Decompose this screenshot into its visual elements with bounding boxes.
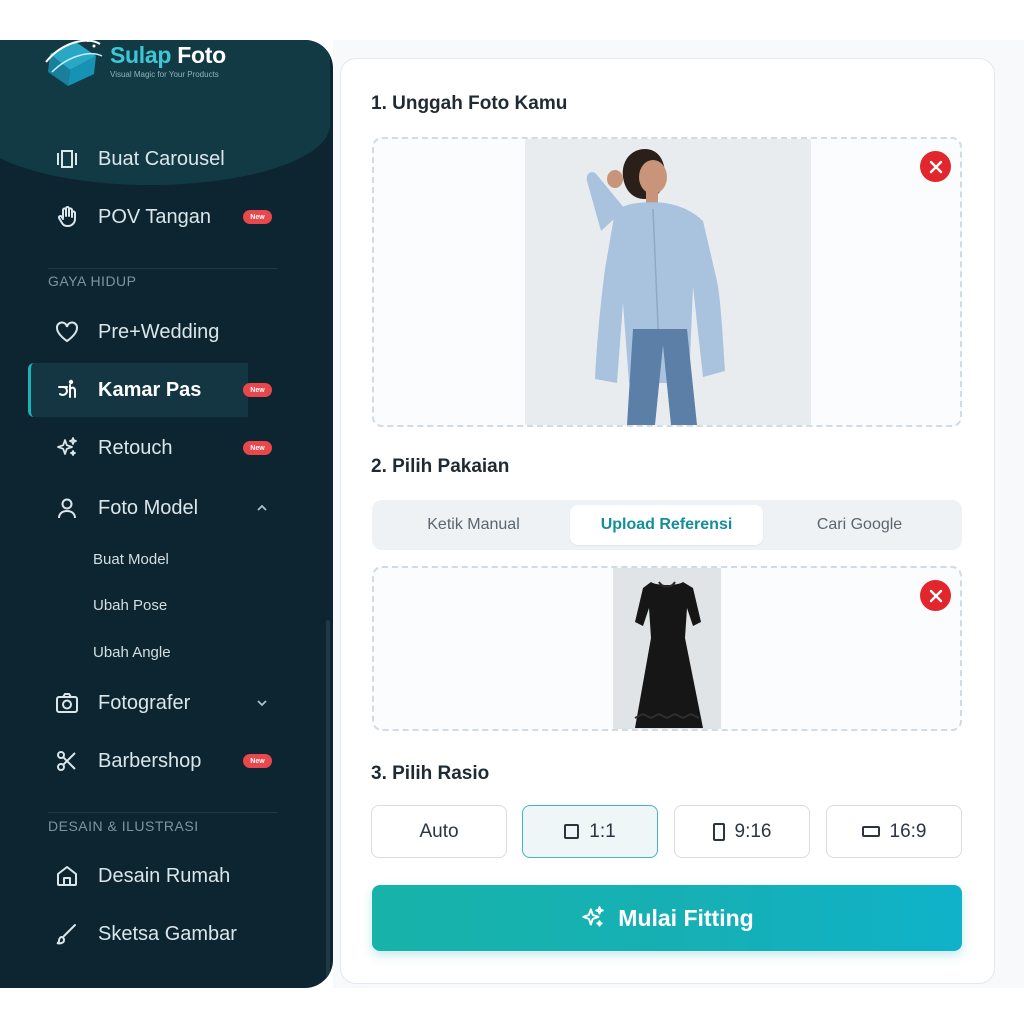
portrait-icon — [712, 822, 725, 841]
step-1-title: 1. Unggah Foto Kamu — [371, 93, 568, 114]
uploaded-dress-photo — [613, 568, 721, 729]
new-badge: New — [243, 383, 272, 397]
sidebar-item-desain-rumah[interactable]: Desain Rumah — [28, 849, 248, 903]
home-icon — [54, 863, 80, 889]
magic-box-logo-icon — [42, 40, 104, 88]
sidebar-item-label: Retouch — [98, 436, 173, 459]
sidebar-item-pre-wedding[interactable]: Pre+Wedding — [28, 305, 248, 359]
sidebar-scrollbar[interactable] — [326, 620, 330, 988]
ratio-label: Auto — [419, 820, 459, 842]
brand-logo[interactable]: Sulap Foto Visual Magic for Your Product… — [42, 40, 226, 88]
step-3-title: 3. Pilih Rasio — [371, 763, 490, 784]
sidebar-item-label: Kamar Pas — [98, 378, 202, 401]
brand-tagline: Visual Magic for Your Products — [110, 69, 219, 79]
camera-icon — [54, 690, 80, 716]
sidebar-item-label: POV Tangan — [98, 205, 212, 228]
sidebar-item-fotografer[interactable]: Fotografer — [28, 676, 248, 730]
close-icon — [929, 589, 942, 602]
hand-icon — [54, 204, 80, 230]
section-label-desain-ilustrasi: DESAIN & ILUSTRASI — [48, 818, 199, 834]
tab-cari-google[interactable]: Cari Google — [763, 505, 956, 545]
user-icon — [54, 495, 80, 521]
sidebar-item-label: Barbershop — [98, 749, 202, 772]
start-fitting-button[interactable]: Mulai Fitting — [372, 885, 962, 951]
sidebar-item-label: Desain Rumah — [98, 864, 231, 887]
sidebar-item-label: Fotografer — [98, 691, 191, 714]
ratio-label: 1:1 — [589, 820, 616, 842]
sidebar-item-pov-tangan[interactable]: POV Tangan — [28, 190, 248, 244]
section-divider — [48, 812, 278, 813]
sidebar-item-retouch[interactable]: Retouch — [28, 421, 248, 475]
chevron-up-icon[interactable] — [255, 501, 269, 515]
app-root: Sulap Foto Visual Magic for Your Product… — [0, 0, 1024, 1024]
ratio-label: 9:16 — [734, 820, 772, 842]
tab-upload-referensi[interactable]: Upload Referensi — [570, 505, 763, 545]
sub-item-buat-model[interactable]: Buat Model — [93, 551, 169, 568]
new-badge: New — [243, 754, 272, 768]
sidebar-item-barbershop[interactable]: Barbershop — [28, 734, 248, 788]
photo-dropzone[interactable] — [372, 137, 962, 427]
tab-ketik-manual[interactable]: Ketik Manual — [377, 505, 570, 545]
sub-item-ubah-pose[interactable]: Ubah Pose — [93, 597, 167, 614]
remove-photo-button[interactable] — [920, 151, 951, 182]
step-2-title: 2. Pilih Pakaian — [371, 456, 510, 477]
remove-clothing-button[interactable] — [920, 580, 951, 611]
sidebar: Sulap Foto Visual Magic for Your Product… — [0, 40, 333, 988]
ratio-16-9-button[interactable]: 16:9 — [826, 805, 962, 858]
clothing-source-tabs: Ketik Manual Upload Referensi Cari Googl… — [372, 500, 962, 550]
sparkle-icon — [54, 435, 80, 461]
ratio-label: 16:9 — [889, 820, 927, 842]
ratio-1-1-button[interactable]: 1:1 — [522, 805, 658, 858]
sparkle-icon — [582, 906, 605, 927]
sub-item-ubah-angle[interactable]: Ubah Angle — [93, 644, 171, 661]
new-badge: New — [243, 441, 272, 455]
section-label-gaya-hidup: GAYA HIDUP — [48, 273, 137, 289]
new-badge: New — [243, 210, 272, 224]
ratio-auto-button[interactable]: Auto — [371, 805, 507, 858]
sidebar-item-label: Sketsa Gambar — [98, 922, 237, 945]
sidebar-item-foto-model[interactable]: Foto Model — [28, 481, 248, 535]
square-icon — [564, 824, 580, 839]
uploaded-person-photo — [525, 139, 811, 425]
sidebar-item-kamar-pas[interactable]: Kamar Pas — [28, 363, 248, 417]
brand-name-part2: Foto — [171, 41, 226, 68]
start-fitting-label: Mulai Fitting — [618, 904, 754, 931]
chevron-down-icon[interactable] — [255, 696, 269, 710]
close-icon — [929, 160, 942, 173]
brand-name-part1: Sulap — [110, 41, 172, 68]
sidebar-item-sketsa-gambar[interactable]: Sketsa Gambar — [28, 907, 248, 961]
brush-icon — [54, 921, 80, 947]
heart-icon — [54, 319, 80, 345]
section-divider — [48, 268, 278, 269]
sidebar-item-buat-carousel[interactable]: Buat Carousel — [28, 132, 248, 186]
landscape-icon — [861, 826, 880, 837]
sidebar-item-label: Foto Model — [98, 496, 199, 519]
clothing-dropzone[interactable] — [372, 566, 962, 731]
carousel-icon — [54, 146, 80, 172]
sidebar-item-label: Buat Carousel — [98, 147, 225, 170]
ratio-9-16-button[interactable]: 9:16 — [674, 805, 810, 858]
fitting-icon — [54, 377, 80, 403]
sidebar-item-label: Pre+Wedding — [98, 320, 220, 343]
scissors-icon — [54, 748, 80, 774]
